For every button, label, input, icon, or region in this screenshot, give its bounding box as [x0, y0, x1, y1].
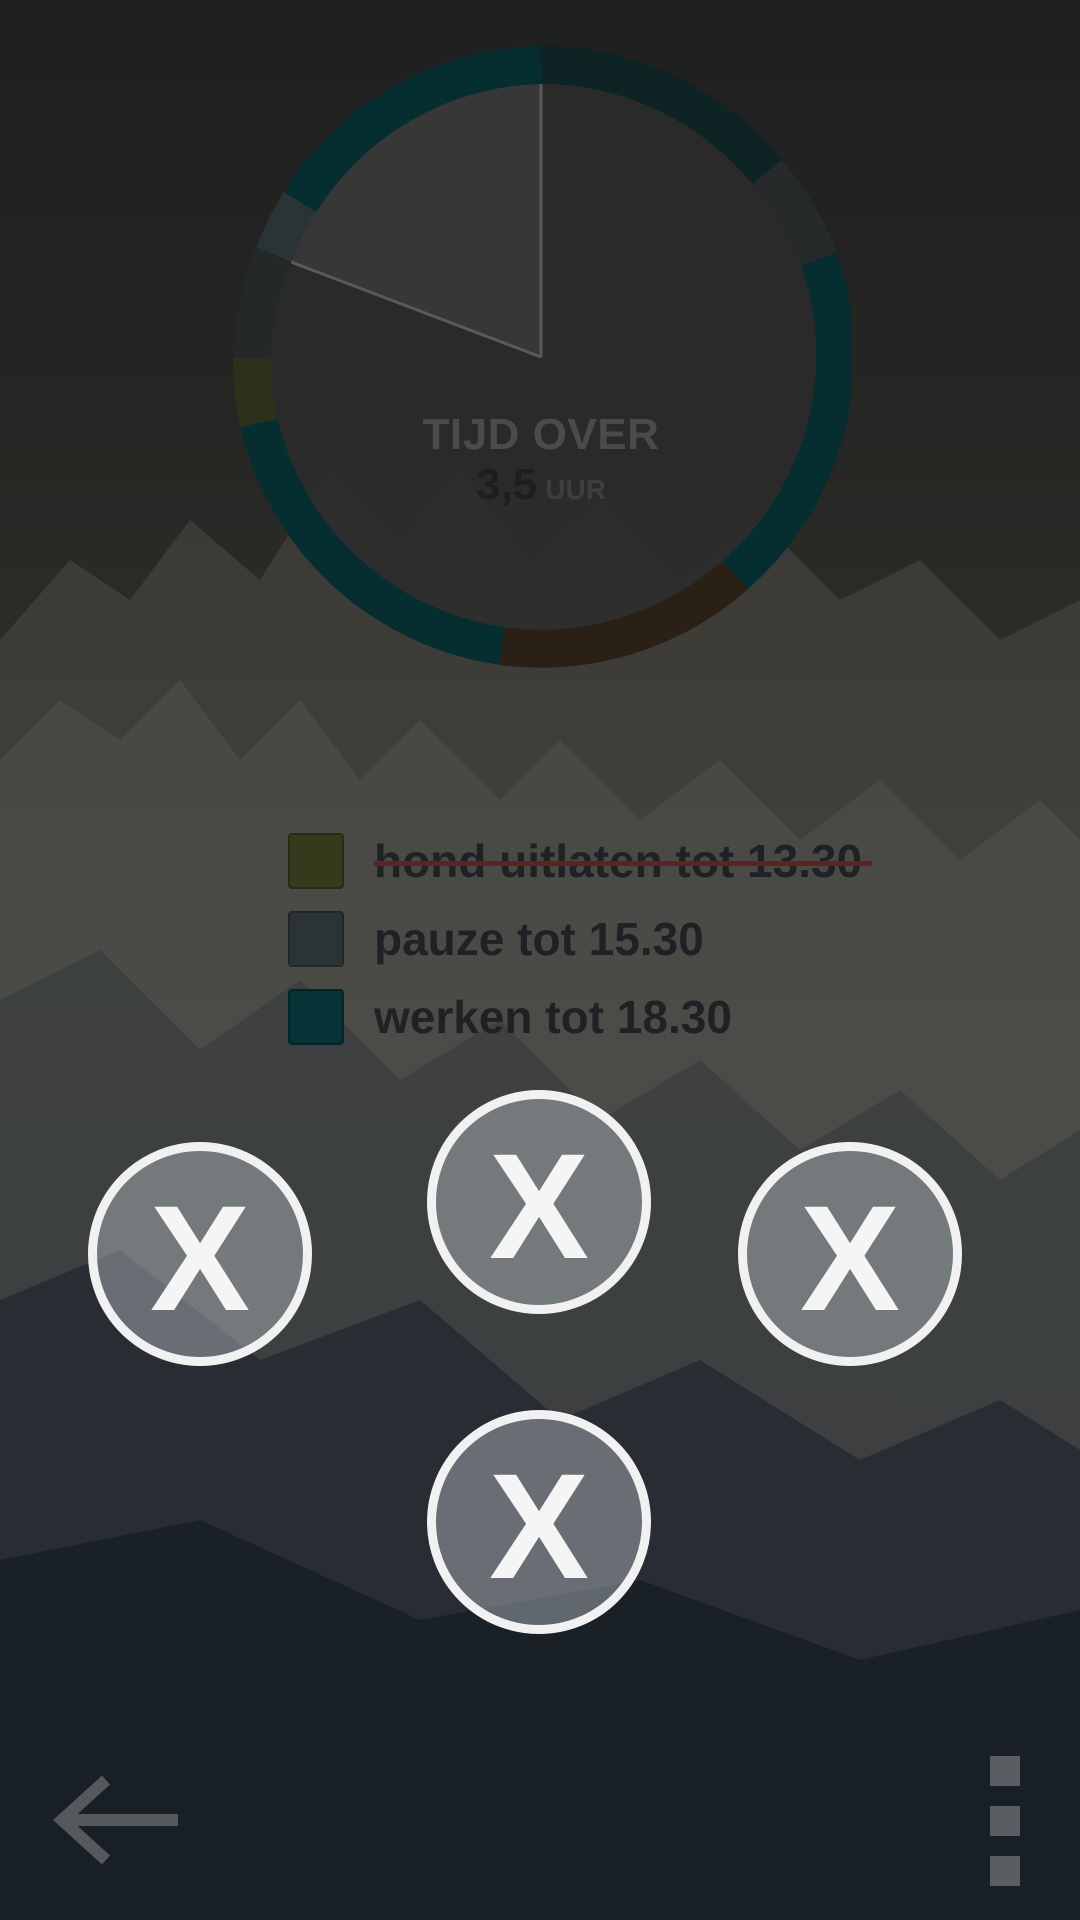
legend-label-pause: pauze tot 15.30 — [374, 913, 704, 965]
x-button-right[interactable]: X — [738, 1142, 962, 1366]
x-button-left[interactable]: X — [88, 1142, 312, 1366]
x-button-bottom[interactable]: X — [427, 1410, 651, 1634]
center-value-line: 3,5 UUR — [230, 460, 852, 510]
menu-dot-1 — [990, 1756, 1020, 1786]
x-button-bottom-label: X — [488, 1442, 590, 1610]
arrow-left-icon[interactable] — [52, 1772, 182, 1868]
donut-svg — [232, 46, 852, 668]
center-value: 3,5 — [476, 460, 538, 509]
app-screen: TIJD OVER 3,5 UUR hond uitlaten tot 13.30… — [0, 0, 1080, 1920]
legend-label-dog: hond uitlaten tot 13.30 — [374, 835, 873, 887]
legend-swatch-dog — [288, 833, 344, 889]
legend-item-dog[interactable]: hond uitlaten tot 13.30 — [288, 822, 873, 900]
center-title: TIJD OVER — [422, 410, 660, 459]
ring-segment-pause — [256, 191, 317, 262]
legend-item-work[interactable]: werken tot 18.30 — [288, 978, 862, 1056]
overflow-menu-icon[interactable] — [990, 1756, 1024, 1886]
legend-swatch-work — [288, 989, 344, 1045]
task-legend: hond uitlaten tot 13.30 pauze tot 15.30 … — [288, 822, 873, 1056]
x-button-right-label: X — [799, 1174, 901, 1342]
menu-dot-3 — [990, 1856, 1020, 1886]
legend-swatch-pause — [288, 911, 344, 967]
menu-dot-2 — [990, 1806, 1020, 1836]
legend-label-work: werken tot 18.30 — [374, 991, 732, 1043]
legend-item-pause[interactable]: pauze tot 15.30 — [288, 900, 862, 978]
x-button-top-label: X — [488, 1122, 590, 1290]
time-donut-chart: TIJD OVER 3,5 UUR — [230, 46, 852, 668]
x-button-top[interactable]: X — [427, 1090, 651, 1314]
center-unit: UUR — [545, 474, 606, 505]
ring-segment-grey-2 — [233, 246, 292, 359]
x-button-left-label: X — [149, 1174, 251, 1342]
